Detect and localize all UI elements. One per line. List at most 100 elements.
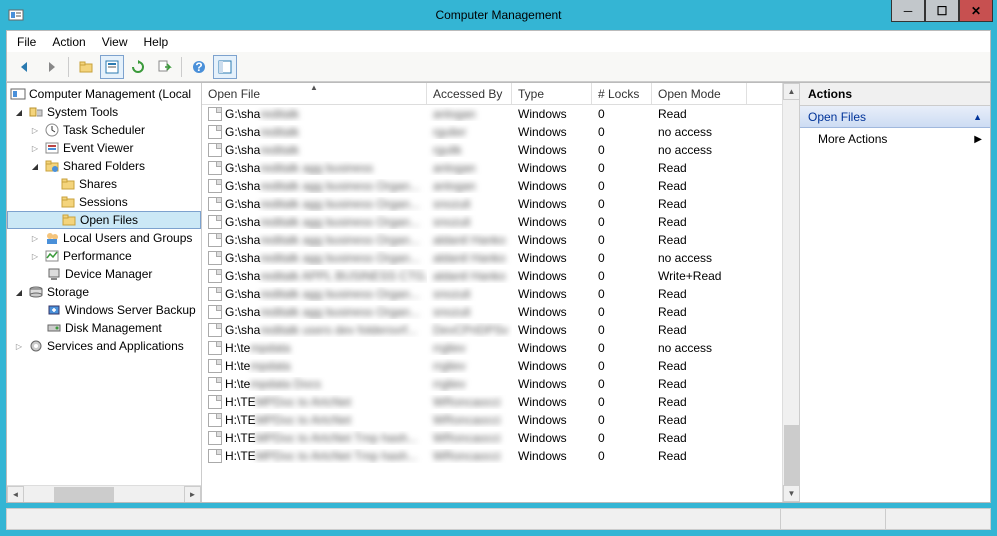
col-open-file[interactable]: Open File▲ <box>202 83 427 104</box>
tree-ws-backup[interactable]: Windows Server Backup <box>7 301 201 319</box>
back-button[interactable] <box>13 55 37 79</box>
actions-header: Actions <box>800 83 990 106</box>
file-icon <box>208 395 222 409</box>
expand-icon[interactable] <box>13 340 25 352</box>
tree-performance[interactable]: Performance <box>7 247 201 265</box>
list-row[interactable]: G:\shareditalk users dev foldersvrf...De… <box>202 321 782 339</box>
menu-action[interactable]: Action <box>52 35 85 49</box>
scroll-up-icon[interactable]: ▲ <box>783 83 800 100</box>
scroll-thumb[interactable] <box>784 425 799 485</box>
list-row[interactable]: G:\shareditalk agg businessanloganWindow… <box>202 159 782 177</box>
expand-icon[interactable] <box>29 124 41 136</box>
list-row[interactable]: H:\tempdata DocsrrglievWindows0Read <box>202 375 782 393</box>
list-row[interactable]: G:\shareditalk agg business Organ...alda… <box>202 249 782 267</box>
tree-shared-folders[interactable]: Shared Folders <box>7 157 201 175</box>
tree-local-users[interactable]: Local Users and Groups <box>7 229 201 247</box>
col-type[interactable]: Type <box>512 83 592 104</box>
actions-section-open-files[interactable]: Open Files ▲ <box>800 106 990 128</box>
file-path-blur: reditalk agg business Organ... <box>260 305 419 319</box>
list-row[interactable]: G:\shareditalkrgulierWindows0no access <box>202 123 782 141</box>
list-row[interactable]: H:\TEMPDoc to ArtcNetWRoncaocciWindows0R… <box>202 393 782 411</box>
col-locks[interactable]: # Locks <box>592 83 652 104</box>
tree-services[interactable]: Services and Applications <box>7 337 201 355</box>
list-row[interactable]: H:\tempdatarrglievWindows0Read <box>202 357 782 375</box>
list-row[interactable]: H:\TEMPDoc to ArtcNet Tmp hash...WRoncao… <box>202 429 782 447</box>
list-row[interactable]: G:\shareditalk agg business Organ...snoz… <box>202 213 782 231</box>
cell-mode: Read <box>652 323 747 337</box>
up-folder-button[interactable] <box>74 55 98 79</box>
tree-shares[interactable]: Shares <box>7 175 201 193</box>
expand-icon[interactable] <box>29 160 41 172</box>
tree-event-viewer[interactable]: Event Viewer <box>7 139 201 157</box>
menu-bar: File Action View Help <box>6 30 991 52</box>
file-path-blur: reditalk users dev foldersvrf... <box>260 323 417 337</box>
expand-icon[interactable] <box>29 232 41 244</box>
export-button[interactable] <box>152 55 176 79</box>
disk-mgmt-icon <box>46 320 62 336</box>
list-row[interactable]: G:\shareditalk agg business Organ...snoz… <box>202 195 782 213</box>
close-button[interactable]: ✕ <box>959 0 993 22</box>
maximize-button[interactable]: ☐ <box>925 0 959 22</box>
file-path-blur: reditalk agg business Organ... <box>260 179 419 193</box>
list-row[interactable]: G:\shareditalk agg business Organ...snoz… <box>202 303 782 321</box>
menu-view[interactable]: View <box>102 35 128 49</box>
file-icon <box>208 305 222 319</box>
scroll-thumb[interactable] <box>54 487 114 502</box>
file-path-blur: reditalk agg business Organ... <box>260 233 419 247</box>
list-row[interactable]: G:\shareditalk agg business Organ...snoz… <box>202 285 782 303</box>
tree-task-scheduler[interactable]: Task Scheduler <box>7 121 201 139</box>
tree-disk-mgmt[interactable]: Disk Management <box>7 319 201 337</box>
list-row[interactable]: G:\shareditalk agg business Organ...anlo… <box>202 177 782 195</box>
col-open-mode[interactable]: Open Mode <box>652 83 747 104</box>
expand-icon[interactable] <box>29 250 41 262</box>
tree-open-files[interactable]: Open Files <box>7 211 201 229</box>
tree-hscrollbar[interactable]: ◄ ► <box>7 485 201 502</box>
list-row[interactable]: H:\TEMPDoc to ArtcNetWRoncaocciWindows0R… <box>202 411 782 429</box>
file-path: H:\TE <box>225 449 256 463</box>
cell-locks: 0 <box>592 449 652 463</box>
tree-device-manager[interactable]: Device Manager <box>7 265 201 283</box>
actions-more[interactable]: More Actions ▶ <box>800 128 990 150</box>
cell-locks: 0 <box>592 377 652 391</box>
list-row[interactable]: G:\shareditalkanloganWindows0Read <box>202 105 782 123</box>
col-accessed-by[interactable]: Accessed By <box>427 83 512 104</box>
expand-icon[interactable] <box>13 106 25 118</box>
cell-type: Windows <box>512 107 592 121</box>
file-path: G:\sha <box>225 179 260 193</box>
properties-button[interactable] <box>100 55 124 79</box>
tree-root[interactable]: Computer Management (Local <box>7 85 201 103</box>
menu-file[interactable]: File <box>17 35 36 49</box>
view-button[interactable] <box>213 55 237 79</box>
list-row[interactable]: H:\TEMPDoc to ArtcNet Tmp hash...WRoncao… <box>202 447 782 465</box>
scroll-left-icon[interactable]: ◄ <box>7 486 24 503</box>
file-path: G:\sha <box>225 251 260 265</box>
list-row[interactable]: G:\shareditalk agg business Organ...alda… <box>202 231 782 249</box>
file-path: G:\sha <box>225 107 260 121</box>
list-vscrollbar[interactable]: ▲ ▼ <box>782 83 799 502</box>
list-row[interactable]: G:\shareditalkrgulikWindows0no access <box>202 141 782 159</box>
help-button[interactable]: ? <box>187 55 211 79</box>
menu-help[interactable]: Help <box>144 35 169 49</box>
tree-storage[interactable]: Storage <box>7 283 201 301</box>
minimize-button[interactable]: ─ <box>891 0 925 22</box>
cell-mode: Read <box>652 215 747 229</box>
cell-locks: 0 <box>592 305 652 319</box>
refresh-button[interactable] <box>126 55 150 79</box>
tree-sessions[interactable]: Sessions <box>7 193 201 211</box>
forward-button[interactable] <box>39 55 63 79</box>
content-area: Computer Management (Local System Tools … <box>6 82 991 503</box>
accessed-by-blur: rrgliev <box>433 359 466 373</box>
file-icon <box>208 251 222 265</box>
scroll-right-icon[interactable]: ► <box>184 486 201 503</box>
cell-type: Windows <box>512 287 592 301</box>
expand-icon[interactable] <box>13 286 25 298</box>
expand-icon[interactable] <box>29 142 41 154</box>
list-row[interactable]: G:\shareditalk APPL BUSINESS CTG...aldan… <box>202 267 782 285</box>
system-tools-icon <box>28 104 44 120</box>
scroll-down-icon[interactable]: ▼ <box>783 485 800 502</box>
tree-pane: Computer Management (Local System Tools … <box>7 83 202 502</box>
list-row[interactable]: H:\tempdatarrglievWindows0no access <box>202 339 782 357</box>
cell-mode: Read <box>652 305 747 319</box>
tree-system-tools[interactable]: System Tools <box>7 103 201 121</box>
services-icon <box>28 338 44 354</box>
